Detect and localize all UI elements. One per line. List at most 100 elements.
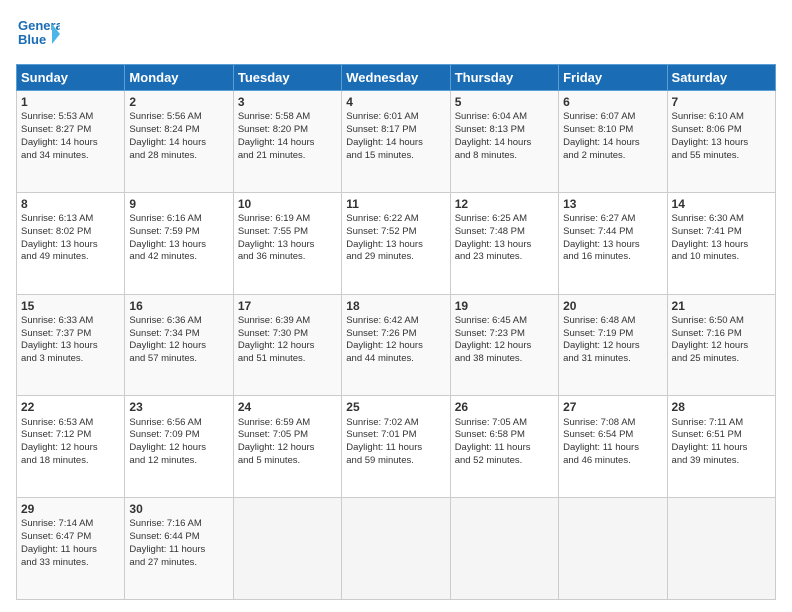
sunset: Sunset: 8:06 PM <box>672 124 742 135</box>
calendar-cell: 24Sunrise: 6:59 AMSunset: 7:05 PMDayligh… <box>233 396 341 498</box>
daylight: Daylight: 12 hours <box>563 340 640 351</box>
sunset: Sunset: 6:58 PM <box>455 429 525 440</box>
daylight: Daylight: 11 hours <box>346 442 422 453</box>
daylight: Daylight: 11 hours <box>129 544 205 555</box>
sunrise: Sunrise: 6:45 AM <box>455 315 527 326</box>
sunrise: Sunrise: 6:59 AM <box>238 417 310 428</box>
daylight-minutes: and 52 minutes. <box>455 455 523 466</box>
daylight: Daylight: 11 hours <box>672 442 748 453</box>
daylight: Daylight: 13 hours <box>672 137 749 148</box>
sunset: Sunset: 6:44 PM <box>129 531 199 542</box>
day-number: 20 <box>563 298 662 314</box>
daylight-minutes: and 29 minutes. <box>346 251 414 262</box>
calendar-cell: 14Sunrise: 6:30 AMSunset: 7:41 PMDayligh… <box>667 192 775 294</box>
day-number: 6 <box>563 94 662 110</box>
sunrise: Sunrise: 6:19 AM <box>238 213 310 224</box>
sunrise: Sunrise: 6:25 AM <box>455 213 527 224</box>
logo-svg: General Blue <box>16 12 60 56</box>
daylight: Daylight: 14 hours <box>21 137 98 148</box>
sunrise: Sunrise: 5:56 AM <box>129 111 201 122</box>
day-number: 15 <box>21 298 120 314</box>
calendar-cell: 27Sunrise: 7:08 AMSunset: 6:54 PMDayligh… <box>559 396 667 498</box>
daylight-minutes: and 28 minutes. <box>129 150 197 161</box>
daylight-minutes: and 34 minutes. <box>21 150 89 161</box>
day-number: 17 <box>238 298 337 314</box>
daylight-minutes: and 16 minutes. <box>563 251 631 262</box>
daylight-minutes: and 36 minutes. <box>238 251 306 262</box>
daylight-minutes: and 15 minutes. <box>346 150 414 161</box>
calendar-cell <box>559 498 667 600</box>
sunrise: Sunrise: 6:16 AM <box>129 213 201 224</box>
daylight-minutes: and 23 minutes. <box>455 251 523 262</box>
header-monday: Monday <box>125 65 233 91</box>
calendar-cell: 26Sunrise: 7:05 AMSunset: 6:58 PMDayligh… <box>450 396 558 498</box>
sunrise: Sunrise: 7:11 AM <box>672 417 744 428</box>
sunrise: Sunrise: 6:13 AM <box>21 213 93 224</box>
calendar-cell: 5Sunrise: 6:04 AMSunset: 8:13 PMDaylight… <box>450 91 558 193</box>
day-number: 19 <box>455 298 554 314</box>
sunset: Sunset: 7:41 PM <box>672 226 742 237</box>
day-number: 23 <box>129 399 228 415</box>
calendar-cell: 15Sunrise: 6:33 AMSunset: 7:37 PMDayligh… <box>17 294 125 396</box>
daylight-minutes: and 59 minutes. <box>346 455 414 466</box>
day-number: 9 <box>129 196 228 212</box>
calendar-cell: 13Sunrise: 6:27 AMSunset: 7:44 PMDayligh… <box>559 192 667 294</box>
daylight: Daylight: 14 hours <box>129 137 206 148</box>
daylight-minutes: and 57 minutes. <box>129 353 197 364</box>
calendar-cell: 9Sunrise: 6:16 AMSunset: 7:59 PMDaylight… <box>125 192 233 294</box>
calendar-cell: 2Sunrise: 5:56 AMSunset: 8:24 PMDaylight… <box>125 91 233 193</box>
day-number: 8 <box>21 196 120 212</box>
daylight: Daylight: 14 hours <box>455 137 532 148</box>
calendar-cell: 7Sunrise: 6:10 AMSunset: 8:06 PMDaylight… <box>667 91 775 193</box>
calendar-cell: 23Sunrise: 6:56 AMSunset: 7:09 PMDayligh… <box>125 396 233 498</box>
daylight: Daylight: 13 hours <box>21 340 98 351</box>
sunrise: Sunrise: 7:02 AM <box>346 417 418 428</box>
day-number: 2 <box>129 94 228 110</box>
calendar-cell <box>233 498 341 600</box>
daylight-minutes: and 21 minutes. <box>238 150 306 161</box>
daylight: Daylight: 14 hours <box>346 137 423 148</box>
daylight: Daylight: 11 hours <box>21 544 97 555</box>
daylight-minutes: and 18 minutes. <box>21 455 89 466</box>
daylight: Daylight: 12 hours <box>129 442 206 453</box>
sunset: Sunset: 7:01 PM <box>346 429 416 440</box>
sunrise: Sunrise: 7:16 AM <box>129 518 201 529</box>
day-number: 16 <box>129 298 228 314</box>
calendar-cell: 20Sunrise: 6:48 AMSunset: 7:19 PMDayligh… <box>559 294 667 396</box>
sunrise: Sunrise: 6:56 AM <box>129 417 201 428</box>
day-number: 21 <box>672 298 771 314</box>
day-number: 27 <box>563 399 662 415</box>
calendar-cell: 8Sunrise: 6:13 AMSunset: 8:02 PMDaylight… <box>17 192 125 294</box>
sunset: Sunset: 8:27 PM <box>21 124 91 135</box>
daylight: Daylight: 12 hours <box>238 442 315 453</box>
calendar-cell: 29Sunrise: 7:14 AMSunset: 6:47 PMDayligh… <box>17 498 125 600</box>
sunset: Sunset: 7:48 PM <box>455 226 525 237</box>
daylight: Daylight: 13 hours <box>238 239 315 250</box>
sunset: Sunset: 7:59 PM <box>129 226 199 237</box>
daylight: Daylight: 12 hours <box>672 340 749 351</box>
calendar-header: SundayMondayTuesdayWednesdayThursdayFrid… <box>17 65 776 91</box>
daylight-minutes: and 33 minutes. <box>21 557 89 568</box>
calendar-cell: 25Sunrise: 7:02 AMSunset: 7:01 PMDayligh… <box>342 396 450 498</box>
sunrise: Sunrise: 6:50 AM <box>672 315 744 326</box>
calendar-cell: 30Sunrise: 7:16 AMSunset: 6:44 PMDayligh… <box>125 498 233 600</box>
calendar-cell: 1Sunrise: 5:53 AMSunset: 8:27 PMDaylight… <box>17 91 125 193</box>
daylight-minutes: and 46 minutes. <box>563 455 631 466</box>
daylight: Daylight: 12 hours <box>129 340 206 351</box>
daylight-minutes: and 31 minutes. <box>563 353 631 364</box>
daylight: Daylight: 13 hours <box>346 239 423 250</box>
sunset: Sunset: 7:37 PM <box>21 328 91 339</box>
day-number: 11 <box>346 196 445 212</box>
sunset: Sunset: 7:16 PM <box>672 328 742 339</box>
sunset: Sunset: 8:13 PM <box>455 124 525 135</box>
sunrise: Sunrise: 6:10 AM <box>672 111 744 122</box>
week-row: 29Sunrise: 7:14 AMSunset: 6:47 PMDayligh… <box>17 498 776 600</box>
day-number: 5 <box>455 94 554 110</box>
daylight-minutes: and 5 minutes. <box>238 455 300 466</box>
daylight: Daylight: 13 hours <box>672 239 749 250</box>
daylight-minutes: and 8 minutes. <box>455 150 517 161</box>
sunrise: Sunrise: 6:22 AM <box>346 213 418 224</box>
sunset: Sunset: 7:34 PM <box>129 328 199 339</box>
calendar-cell: 16Sunrise: 6:36 AMSunset: 7:34 PMDayligh… <box>125 294 233 396</box>
sunset: Sunset: 6:47 PM <box>21 531 91 542</box>
